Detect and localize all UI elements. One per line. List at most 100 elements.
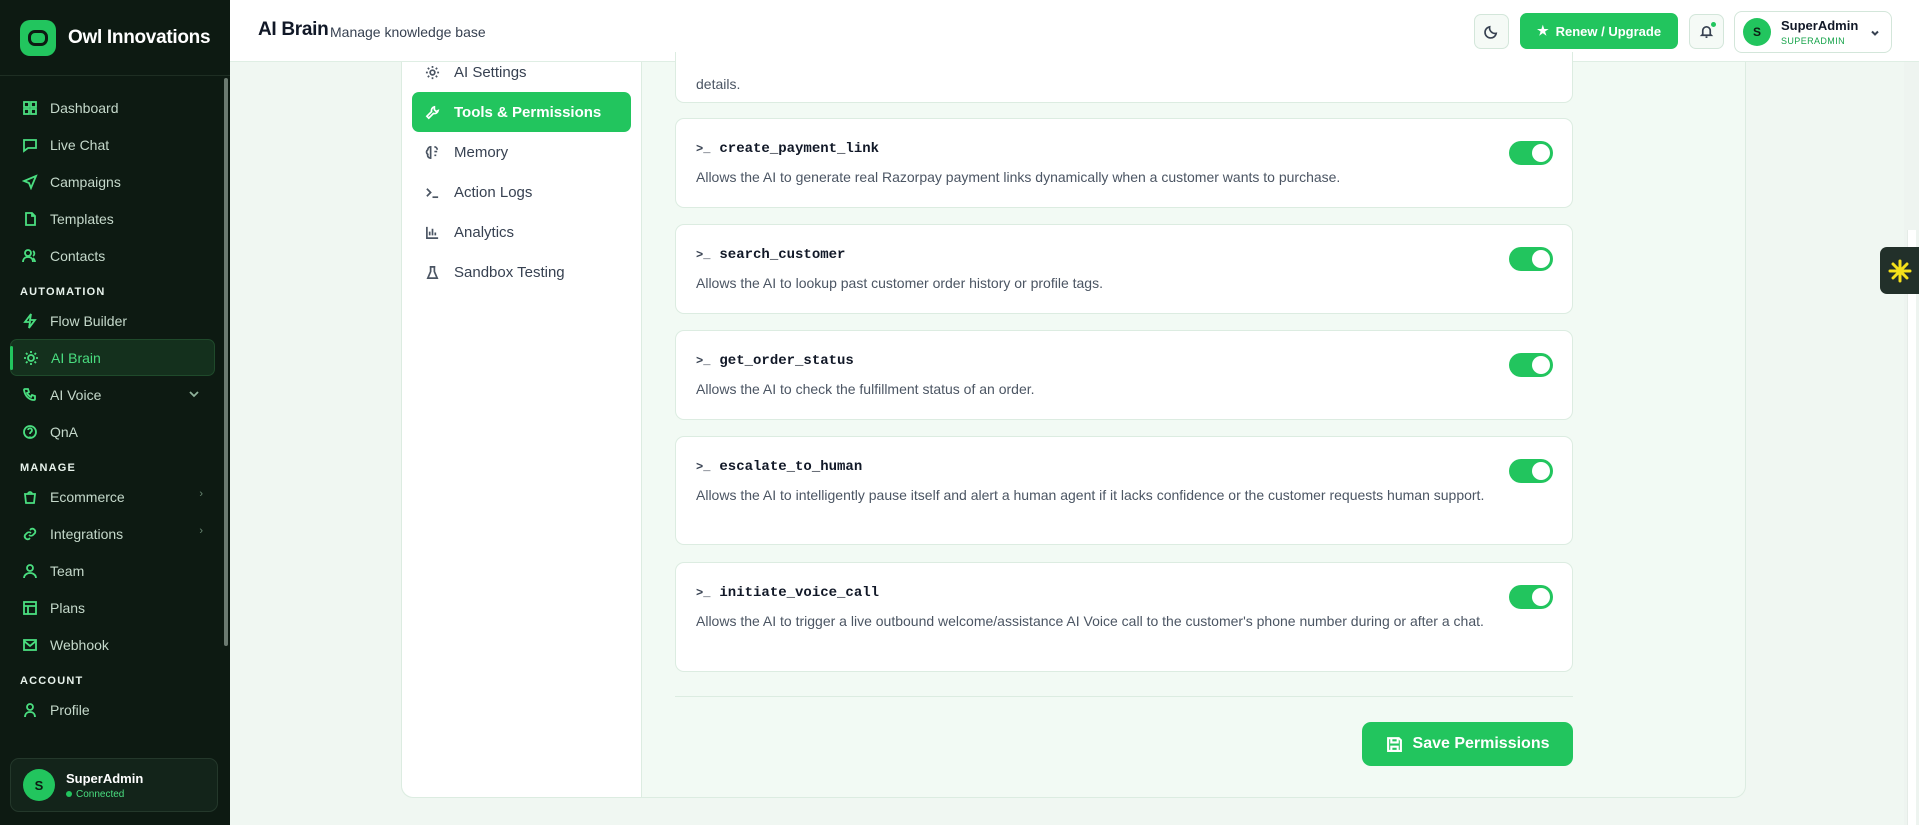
renew-upgrade-button[interactable]: ★ Renew / Upgrade: [1520, 13, 1678, 49]
sparkle-icon: [1888, 259, 1911, 282]
sidebar-item-profile[interactable]: Profile: [10, 691, 215, 728]
tab-memory[interactable]: Memory: [412, 132, 631, 172]
sidebar-item-label: AI Voice: [50, 386, 102, 403]
user-name: SuperAdmin: [66, 770, 144, 786]
user-icon: [22, 702, 38, 718]
page-subtitle: Manage knowledge base: [330, 24, 486, 40]
account-menu[interactable]: S SuperAdmin SUPERADMIN: [1734, 11, 1892, 53]
sidebar-item-label: Contacts: [50, 247, 106, 264]
status-text: Connected: [76, 788, 125, 800]
avatar: S: [23, 769, 55, 801]
dashboard-icon: [22, 100, 38, 116]
sidebar-item-webhook[interactable]: Webhook: [10, 626, 215, 663]
terminal-icon: [424, 184, 440, 200]
tab-label: Memory: [454, 143, 509, 161]
sidebar-item-label: Campaigns: [50, 173, 121, 190]
tool-name-text: escalate_to_human: [719, 459, 863, 475]
tool-name: >_ escalate_to_human: [696, 459, 862, 475]
notification-dot: [1711, 22, 1716, 27]
terminal-icon: >_: [696, 460, 711, 474]
tab-tools-permissions[interactable]: Tools & Permissions: [412, 92, 631, 132]
sidebar-item-plans[interactable]: Plans: [10, 589, 215, 626]
zap-icon: [22, 312, 38, 329]
flask-icon: [424, 264, 440, 280]
ai-brain-panel: AI Settings Tools & Permissions Memory A…: [401, 52, 1746, 798]
tool-description: Allows the AI to check the fulfillment s…: [696, 381, 1035, 397]
terminal-icon: >_: [696, 586, 711, 600]
sidebar-item-label: Templates: [50, 210, 114, 227]
sidebar-item-team[interactable]: Team: [10, 552, 215, 589]
theme-toggle-button[interactable]: [1474, 14, 1509, 49]
tool-description: Allows the AI to intelligently pause its…: [696, 487, 1485, 503]
chevron-right-icon: ›: [199, 525, 203, 537]
tab-ai-settings[interactable]: AI Settings: [412, 52, 631, 92]
wrench-icon: [424, 104, 440, 120]
page-title: AI Brain: [258, 19, 329, 40]
sidebar-scrollbar[interactable]: [224, 78, 228, 646]
sidebar-item-templates[interactable]: Templates: [10, 200, 215, 237]
tool-enabled-toggle[interactable]: [1509, 141, 1553, 165]
star-icon: ★: [1536, 23, 1549, 38]
tool-name: >_ search_customer: [696, 247, 845, 263]
tool-name-text: create_payment_link: [719, 141, 880, 157]
sidebar-item-campaigns[interactable]: Campaigns: [10, 163, 215, 200]
sidebar-user-card[interactable]: S SuperAdmin Connected: [10, 758, 218, 812]
tool-name-text: initiate_voice_call: [719, 585, 880, 601]
sidebar-item-live-chat[interactable]: Live Chat: [10, 126, 215, 163]
page-scrollbar-thumb[interactable]: [1907, 230, 1916, 825]
divider: [0, 75, 230, 76]
tab-label: Action Logs: [454, 183, 533, 201]
terminal-icon: >_: [696, 248, 711, 262]
sidebar-item-flow-builder[interactable]: Flow Builder: [10, 302, 215, 339]
tab-label: AI Settings: [454, 63, 527, 81]
tool-name-text: search_customer: [719, 247, 846, 263]
divider: [675, 696, 1573, 697]
chevron-down-icon: [1869, 26, 1881, 44]
notifications-button[interactable]: [1689, 14, 1724, 49]
tab-label: Analytics: [454, 223, 515, 241]
sidebar-item-label: Integrations: [50, 525, 124, 542]
send-icon: [22, 173, 38, 190]
tool-card: details.: [675, 52, 1573, 103]
sidebar-item-label: Team: [50, 562, 85, 579]
brand[interactable]: Owl Innovations: [20, 20, 211, 56]
tool-enabled-toggle[interactable]: [1509, 459, 1553, 483]
sun-icon: [23, 350, 39, 366]
sidebar-item-qna[interactable]: QnA: [10, 413, 215, 450]
save-permissions-button[interactable]: Save Permissions: [1362, 722, 1573, 766]
tab-action-logs[interactable]: Action Logs: [412, 172, 631, 212]
sidebar-item-dashboard[interactable]: Dashboard: [10, 89, 215, 126]
tool-enabled-toggle[interactable]: [1509, 247, 1553, 271]
tab-label: Tools & Permissions: [454, 103, 602, 121]
help-icon: [22, 424, 38, 440]
terminal-icon: >_: [696, 354, 711, 368]
team-icon: [22, 563, 38, 579]
tool-card: >_ get_order_status Allows the AI to chec…: [675, 330, 1573, 420]
tool-name: >_ create_payment_link: [696, 141, 879, 157]
sidebar-item-label: QnA: [50, 423, 79, 440]
tool-enabled-toggle[interactable]: [1509, 353, 1553, 377]
sidebar-item-label: Dashboard: [50, 99, 119, 116]
sidebar-item-contacts[interactable]: Contacts: [10, 237, 215, 274]
settings-icon: [424, 64, 440, 80]
helper-widget-button[interactable]: [1880, 247, 1919, 294]
brand-logo-icon: [20, 20, 56, 56]
link-icon: [22, 526, 38, 542]
file-icon: [22, 211, 38, 227]
sidebar-item-integrations[interactable]: Integrations ›: [10, 515, 215, 552]
sidebar: Owl Innovations Dashboard Live Chat Camp…: [0, 0, 230, 825]
tool-name-text: get_order_status: [719, 353, 854, 369]
sidebar-item-ai-brain[interactable]: AI Brain: [10, 339, 215, 376]
sidebar-item-ecommerce[interactable]: Ecommerce ›: [10, 478, 215, 515]
tools-permissions-content: details. >_ create_payment_link Allows th…: [642, 52, 1746, 797]
section-manage: MANAGE: [20, 462, 77, 474]
sidebar-item-ai-voice[interactable]: AI Voice: [10, 376, 215, 413]
tab-analytics[interactable]: Analytics: [412, 212, 631, 252]
sidebar-item-label: Live Chat: [50, 136, 110, 153]
chevron-right-icon: ›: [199, 488, 203, 500]
sidebar-item-label: Ecommerce: [50, 488, 125, 505]
tool-enabled-toggle[interactable]: [1509, 585, 1553, 609]
tab-sandbox-testing[interactable]: Sandbox Testing: [412, 252, 631, 292]
chevron-down-icon[interactable]: [187, 387, 201, 404]
account-role: SUPERADMIN: [1781, 36, 1846, 46]
